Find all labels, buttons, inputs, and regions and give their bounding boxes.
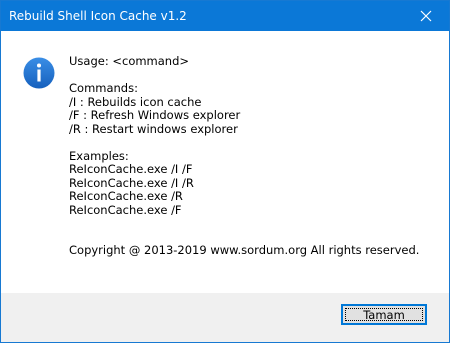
dialog-window: Rebuild Shell Icon Cache v1.2 Usage: <co… <box>0 0 450 343</box>
examples-header: Examples: <box>69 148 129 163</box>
close-button[interactable] <box>403 1 449 31</box>
example-item: ReIconCache.exe /I /F <box>69 162 193 176</box>
message-area: Usage: <command> Commands: /I : Rebuilds… <box>1 31 449 293</box>
example-item: ReIconCache.exe /I /R <box>69 175 194 190</box>
copyright-text: Copyright @ 2013-2019 www.sordum.org All… <box>69 243 420 257</box>
message-text: Usage: <command> Commands: /I : Rebuilds… <box>69 54 439 258</box>
close-icon <box>420 10 432 22</box>
command-item: /F : Refresh Windows explorer <box>69 108 241 122</box>
ok-button[interactable]: Tamam <box>341 304 427 325</box>
window-title: Rebuild Shell Icon Cache v1.2 <box>9 9 187 23</box>
example-item: ReIconCache.exe /R <box>69 189 183 203</box>
example-item: ReIconCache.exe /F <box>69 202 182 217</box>
info-icon <box>23 57 55 89</box>
button-bar: Tamam <box>1 293 449 342</box>
usage-text: Usage: <command> <box>69 54 190 68</box>
command-item: /I : Rebuilds icon cache <box>69 94 202 109</box>
command-item: /R : Restart windows explorer <box>69 121 238 136</box>
commands-header: Commands: <box>69 81 138 95</box>
ok-button-label: Tamam <box>363 307 405 322</box>
title-bar[interactable]: Rebuild Shell Icon Cache v1.2 <box>1 1 449 31</box>
